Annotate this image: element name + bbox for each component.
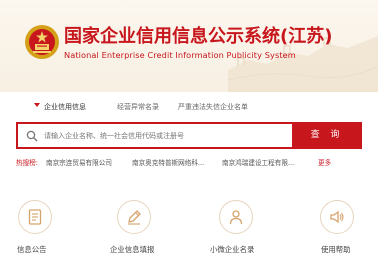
- hot-search-item[interactable]: 南京宗连贸易有限公司: [46, 157, 112, 167]
- hot-search-item[interactable]: 南京鸿瑞建设工程有限...: [222, 157, 294, 167]
- page-title: 国家企业信用信息公示系统(江苏): [64, 26, 333, 47]
- tile-enterprise-filing-label: 企业信息填报: [110, 245, 155, 254]
- tile-small-enterprise-list-label: 小微企业名录: [210, 245, 255, 254]
- service-tiles: 信息公告 企业信息填报 小微企业名录 使用帮助: [0, 186, 378, 268]
- tile-small-enterprise-list[interactable]: [219, 200, 253, 234]
- tile-help[interactable]: [320, 200, 354, 234]
- search-icon: [26, 130, 38, 142]
- tab-abnormal-operation[interactable]: 经营异常名录: [117, 102, 159, 112]
- user-list-icon: [229, 210, 243, 225]
- hot-search-bar: 热搜榜: 南京宗连贸易有限公司 南京奥克特普斯网络科... 南京鸿瑞建设工程有限…: [16, 157, 366, 169]
- tab-serious-violation[interactable]: 严重违法失信企业名单: [178, 102, 248, 112]
- search-tabs: 企业信用信息 经营异常名录 严重违法失信企业名单: [0, 92, 378, 122]
- search-button[interactable]: 查 询: [292, 122, 362, 149]
- site-header: 国家企业信用信息公示系统(江苏) National Enterprise Cre…: [0, 0, 378, 92]
- hot-search-label: 热搜榜:: [16, 159, 39, 167]
- hot-search-more-link[interactable]: 更多: [318, 157, 331, 167]
- national-emblem-icon: [25, 25, 59, 59]
- tile-help-label: 使用帮助: [321, 245, 351, 254]
- page-subtitle: National Enterprise Credit Information P…: [64, 50, 296, 60]
- speaker-icon: [330, 210, 344, 224]
- document-icon: [28, 209, 42, 225]
- pen-icon: [128, 210, 141, 225]
- tile-enterprise-filing[interactable]: [117, 200, 151, 234]
- search-input[interactable]: [44, 128, 284, 144]
- hot-search-item[interactable]: 南京奥克特普斯网络科...: [132, 157, 204, 167]
- tab-enterprise-credit[interactable]: 企业信用信息: [44, 102, 86, 112]
- tile-info-announcement[interactable]: [18, 200, 52, 234]
- tile-info-announcement-label: 信息公告: [17, 245, 47, 254]
- search-box: [16, 122, 292, 149]
- active-tab-indicator-icon: [34, 103, 40, 107]
